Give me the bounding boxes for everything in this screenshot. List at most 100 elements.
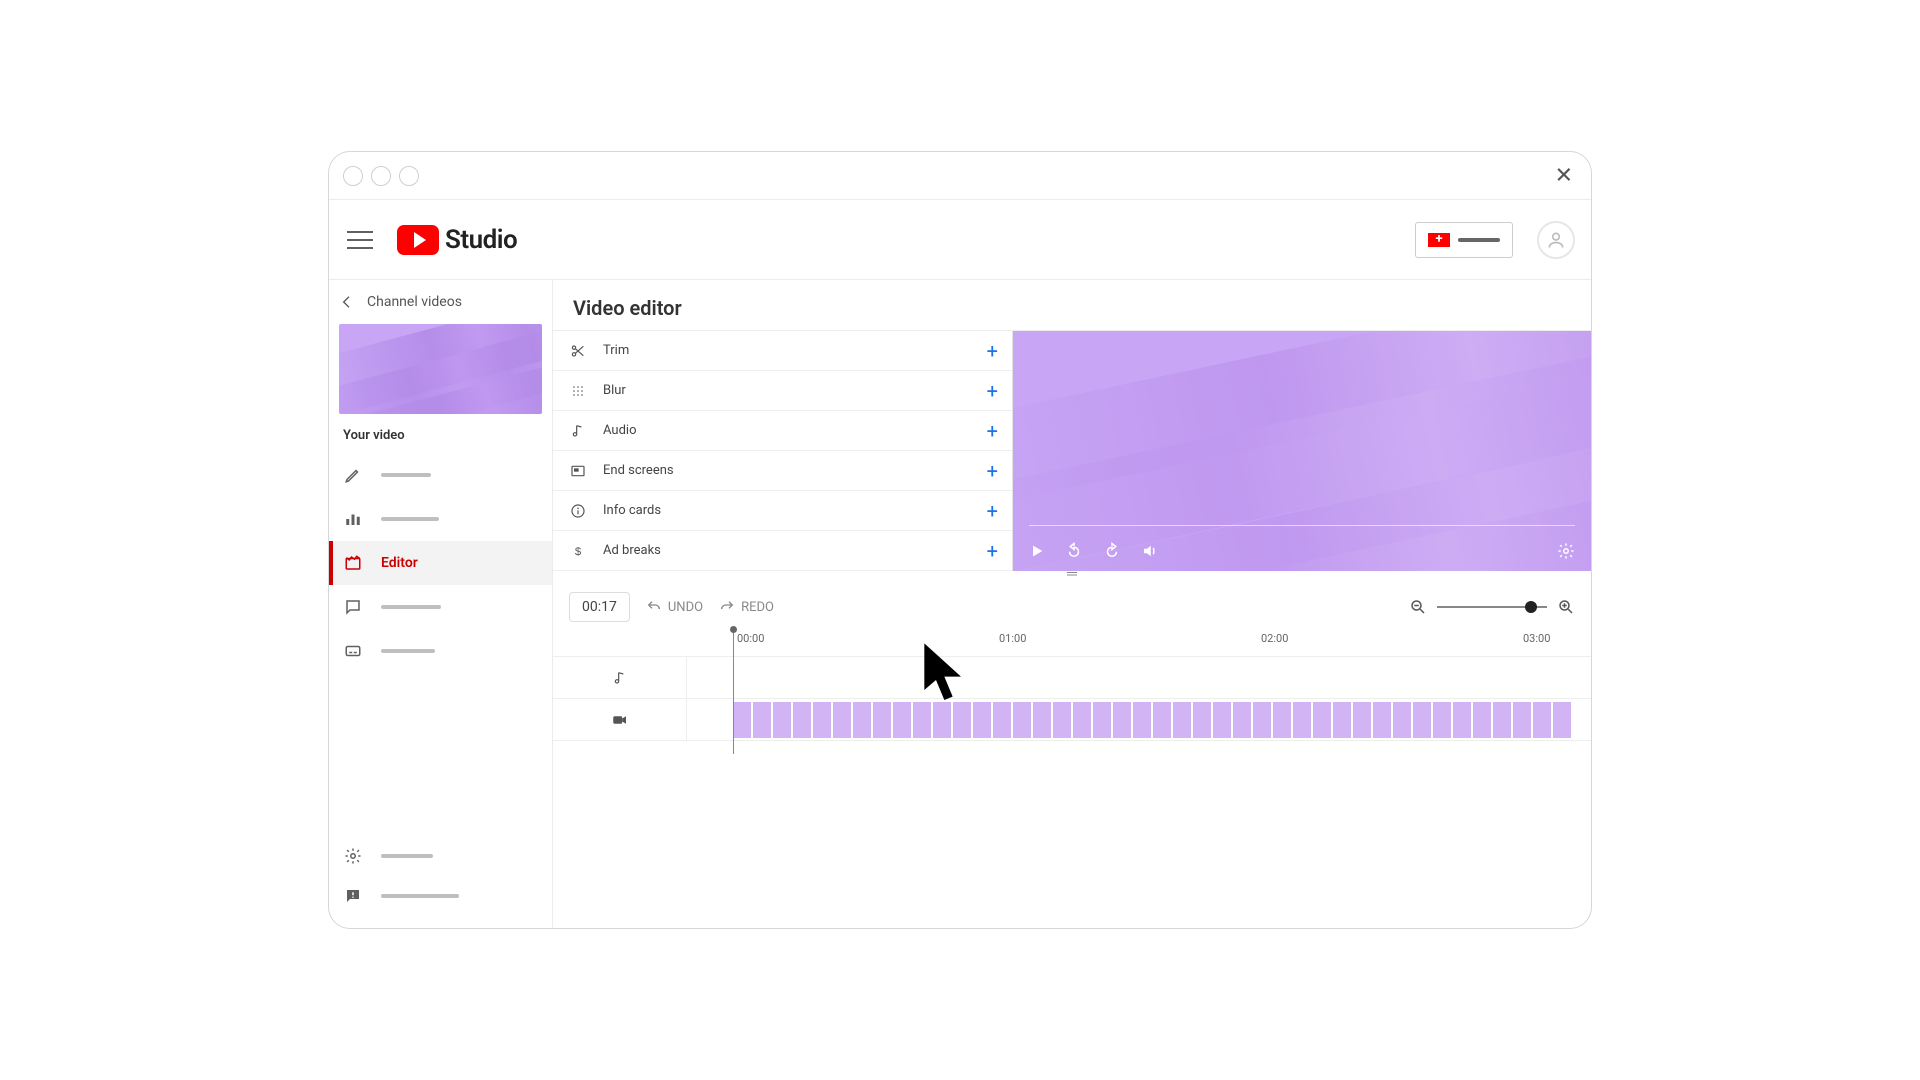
tools-panel: Trim + Blur + Audio <box>553 331 1013 571</box>
svg-text:$: $ <box>575 546 582 558</box>
create-button[interactable] <box>1415 222 1513 258</box>
playhead[interactable] <box>733 630 734 754</box>
studio-logo[interactable]: Studio <box>397 225 517 255</box>
main-content: Video editor Trim + Blur <box>553 280 1591 928</box>
timeline-ruler[interactable]: 00:00 01:00 02:00 03:00 <box>553 628 1591 656</box>
redo-icon <box>719 599 735 615</box>
add-icon[interactable]: + <box>987 379 998 403</box>
add-icon[interactable]: + <box>987 499 998 523</box>
comment-icon <box>343 597 363 617</box>
progress-bar[interactable] <box>1029 525 1575 526</box>
panel-resize-handle[interactable]: ═ <box>553 570 1591 584</box>
ruler-tick: 01:00 <box>999 632 1026 645</box>
tool-ad-breaks[interactable]: $ Ad breaks + <box>553 531 1012 571</box>
sidebar-item-details[interactable] <box>329 453 552 497</box>
sidebar-label-placeholder <box>381 517 439 521</box>
camera-plus-icon <box>1428 233 1450 247</box>
page-title: Video editor <box>553 280 1591 330</box>
sidebar-item-editor[interactable]: Editor <box>329 541 552 585</box>
traffic-close-icon[interactable] <box>343 166 363 186</box>
traffic-minimize-icon[interactable] <box>371 166 391 186</box>
editor-label: Editor <box>381 555 418 571</box>
sidebar-item-feedback[interactable] <box>329 876 552 916</box>
traffic-lights <box>343 166 419 186</box>
blur-grid-icon <box>567 383 589 399</box>
undo-button[interactable]: UNDO <box>646 599 703 615</box>
tool-label: Ad breaks <box>603 543 661 558</box>
sidebar-item-settings[interactable] <box>329 836 552 876</box>
sidebar-label-placeholder <box>381 854 433 858</box>
arrow-left-icon <box>339 294 355 310</box>
zoom-slider[interactable] <box>1437 606 1547 608</box>
film-icon <box>343 553 363 573</box>
volume-icon[interactable] <box>1141 542 1159 560</box>
sidebar-label-placeholder <box>381 649 435 653</box>
left-sidebar: Channel videos Your video <box>329 280 553 928</box>
feedback-icon <box>343 886 363 906</box>
video-preview[interactable] <box>1013 331 1591 571</box>
sidebar-label-placeholder <box>381 605 441 609</box>
zoom-slider-thumb[interactable] <box>1525 601 1537 613</box>
info-icon <box>567 503 589 519</box>
back-to-channel-videos[interactable]: Channel videos <box>329 280 552 324</box>
tool-blur[interactable]: Blur + <box>553 371 1012 411</box>
your-video-label: Your video <box>329 414 552 453</box>
add-icon[interactable]: + <box>987 419 998 443</box>
zoom-in-icon[interactable] <box>1557 598 1575 616</box>
gear-icon[interactable] <box>1557 542 1575 560</box>
timeline-controls: 00:17 UNDO REDO <box>553 584 1591 622</box>
forward-icon[interactable] <box>1103 542 1121 560</box>
rewind-icon[interactable] <box>1065 542 1083 560</box>
music-note-icon <box>567 423 589 439</box>
video-camera-icon <box>553 699 687 740</box>
zoom-out-icon[interactable] <box>1409 598 1427 616</box>
end-screen-icon <box>567 463 589 479</box>
tool-label: Audio <box>603 423 636 438</box>
scissors-icon <box>567 343 589 359</box>
gear-icon <box>343 846 363 866</box>
close-icon[interactable]: ✕ <box>1555 163 1573 188</box>
subtitles-icon <box>343 641 363 661</box>
sidebar-label-placeholder <box>381 473 431 477</box>
ruler-tick: 00:00 <box>737 632 764 645</box>
sidebar-item-subtitles[interactable] <box>329 629 552 673</box>
sidebar-item-comments[interactable] <box>329 585 552 629</box>
tool-trim[interactable]: Trim + <box>553 331 1012 371</box>
video-track[interactable] <box>553 699 1591 741</box>
timeline-tracks <box>553 656 1591 741</box>
tool-label: Trim <box>603 343 629 358</box>
tool-label: Info cards <box>603 503 661 518</box>
audio-track[interactable] <box>553 657 1591 699</box>
add-icon[interactable]: + <box>987 539 998 563</box>
logo-text: Studio <box>445 225 517 255</box>
tool-end-screens[interactable]: End screens + <box>553 451 1012 491</box>
add-icon[interactable]: + <box>987 339 998 363</box>
redo-button[interactable]: REDO <box>719 599 774 615</box>
app-bar: Studio <box>329 200 1591 280</box>
hamburger-menu-icon[interactable] <box>347 231 373 249</box>
create-button-label-placeholder <box>1458 238 1500 242</box>
back-label: Channel videos <box>367 294 462 310</box>
tool-audio[interactable]: Audio + <box>553 411 1012 451</box>
undo-icon <box>646 599 662 615</box>
add-icon[interactable]: + <box>987 459 998 483</box>
profile-avatar[interactable] <box>1537 221 1575 259</box>
music-note-icon <box>553 657 687 698</box>
tool-label: End screens <box>603 463 674 478</box>
ruler-tick: 03:00 <box>1523 632 1550 645</box>
video-thumbnail[interactable] <box>339 324 542 414</box>
window-titlebar: ✕ <box>329 152 1591 200</box>
play-icon[interactable] <box>1029 543 1045 559</box>
browser-window: ✕ Studio Channel videos Your video <box>328 151 1592 929</box>
sidebar-label-placeholder <box>381 894 459 898</box>
timecode-input[interactable]: 00:17 <box>569 592 630 622</box>
video-track-clips[interactable] <box>687 699 1591 740</box>
tool-info-cards[interactable]: Info cards + <box>553 491 1012 531</box>
tool-label: Blur <box>603 383 626 398</box>
player-controls <box>1013 531 1591 571</box>
traffic-zoom-icon[interactable] <box>399 166 419 186</box>
youtube-play-icon <box>397 225 439 255</box>
dollar-icon: $ <box>567 543 589 559</box>
sidebar-item-analytics[interactable] <box>329 497 552 541</box>
pencil-icon <box>343 465 363 485</box>
